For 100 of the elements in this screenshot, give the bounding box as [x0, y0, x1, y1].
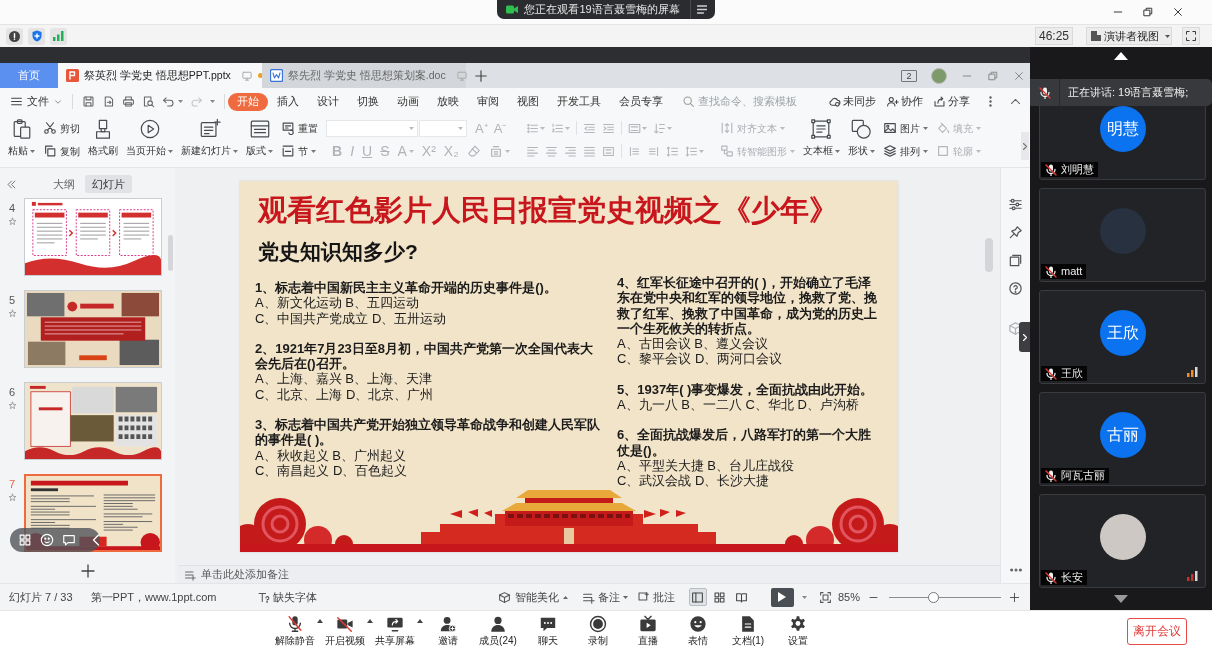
smiley-icon[interactable] — [40, 533, 54, 547]
back-icon[interactable] — [92, 534, 100, 546]
scrollbar-thumb[interactable] — [168, 235, 173, 271]
pin-icon[interactable] — [1008, 225, 1023, 240]
restore-icon[interactable] — [1142, 6, 1154, 18]
chat-icon[interactable] — [62, 533, 76, 547]
meeting-toolbar-button[interactable]: 设置 — [773, 612, 823, 650]
comments-button[interactable]: 批注 — [636, 588, 675, 606]
slide-thumbnail[interactable] — [24, 198, 162, 276]
document-tab[interactable]: 祭英烈 学党史 悟思想PPT.pptx — [58, 63, 262, 88]
print-preview-icon[interactable] — [142, 95, 155, 108]
undo-icon[interactable] — [162, 95, 175, 108]
panel-tab[interactable]: 大纲 — [46, 175, 82, 193]
menu-tab[interactable]: 视图 — [508, 92, 548, 111]
scroll-up-icon[interactable] — [1114, 52, 1128, 60]
export-icon[interactable] — [102, 95, 115, 108]
slider-thumb[interactable] — [928, 591, 940, 603]
font-warning-icon — [256, 590, 270, 604]
document-tab[interactable]: 祭先烈 学党史 悟思想策划案.doc — [262, 63, 466, 88]
menu-tab[interactable]: 审阅 — [468, 92, 508, 111]
slide-thumbnail[interactable] — [24, 382, 162, 460]
menu-tab[interactable]: 会员专享 — [610, 92, 672, 111]
view-button[interactable] — [688, 588, 707, 606]
caret-up-icon[interactable] — [367, 619, 373, 623]
network-button[interactable] — [50, 27, 67, 45]
caret-up-icon[interactable] — [417, 619, 423, 623]
missing-fonts-button[interactable]: 缺失字体 — [256, 588, 317, 606]
security-button[interactable] — [28, 27, 45, 45]
meeting-toolbar-button[interactable]: 共享屏幕 — [373, 612, 417, 650]
plus-icon[interactable] — [474, 68, 488, 83]
scroll-down-icon[interactable] — [1114, 595, 1128, 603]
search-field[interactable]: 查找命令、搜索模板 — [698, 93, 810, 110]
menu-tab[interactable]: 设计 — [308, 92, 348, 111]
play-button[interactable] — [770, 587, 794, 607]
print-icon[interactable] — [122, 95, 135, 108]
collapse-icon[interactable] — [6, 178, 17, 190]
meeting-toolbar-button[interactable]: 录制 — [573, 612, 623, 650]
ribbon-button[interactable]: 图片 — [882, 119, 928, 137]
ribbon-button[interactable]: 格式刷 — [88, 115, 118, 158]
add-slide-icon[interactable] — [79, 563, 96, 579]
ribbon-scroll-button[interactable] — [1021, 132, 1029, 160]
ribbon-button[interactable]: 排列 — [882, 142, 928, 160]
answer-options: C、北京、上海 D、北京、广州 — [255, 386, 603, 403]
file-menu-button[interactable]: 文件 — [10, 93, 63, 110]
sliders-icon[interactable] — [1008, 197, 1023, 212]
menu-tab[interactable]: 动画 — [388, 92, 428, 111]
meeting-timer: 46:25 — [1035, 27, 1073, 45]
ribbon-button[interactable]: 节 — [281, 142, 318, 160]
ribbon-button[interactable]: 剪切 — [43, 119, 80, 137]
layers-icon — [882, 144, 897, 158]
save-icon[interactable] — [82, 95, 95, 108]
info-button[interactable] — [6, 27, 23, 45]
menu-tab[interactable]: 开发工具 — [548, 92, 610, 111]
close-icon[interactable] — [1172, 6, 1184, 18]
caret-down-icon — [1165, 34, 1170, 38]
help-icon[interactable] — [1008, 281, 1023, 296]
meeting-toolbar-button[interactable]: 开启视频 — [323, 612, 367, 650]
meeting-toolbar-button[interactable]: 邀请 — [423, 612, 473, 650]
smiley-icon — [689, 615, 707, 633]
ribbon-button[interactable]: 新建幻灯片 — [181, 115, 238, 158]
ribbon-button[interactable]: 粘贴 — [8, 115, 35, 158]
view-mode-dropdown[interactable]: 演讲者视图 — [1086, 27, 1172, 45]
ribbon-button[interactable]: 当页开始 — [126, 115, 173, 158]
presentation-file-icon — [66, 69, 79, 82]
fullscreen-button[interactable] — [1182, 27, 1200, 45]
scrollbar-thumb[interactable] — [985, 238, 993, 272]
settings-icon — [789, 615, 807, 633]
leave-meeting-button[interactable]: 离开会议 — [1127, 617, 1187, 645]
grid-icon[interactable] — [18, 533, 32, 547]
toolbar-button[interactable]: 未同步 — [828, 93, 876, 110]
answer-options: A、上海、嘉兴 B、上海、天津 — [255, 371, 603, 387]
frames-icon[interactable] — [1008, 253, 1023, 268]
ribbon-button[interactable]: 复制 — [43, 142, 80, 160]
caret-up-icon[interactable] — [317, 619, 323, 623]
panel-toggle-button[interactable] — [1019, 322, 1030, 352]
beautify-button[interactable]: 智能美化 — [497, 588, 568, 606]
menu-icon[interactable] — [696, 5, 707, 14]
ribbon-button[interactable]: 版式 — [246, 115, 273, 158]
meeting-toolbar-button[interactable]: 表情 — [673, 612, 723, 650]
toolbar-button[interactable]: 分享 — [933, 93, 970, 110]
slide-thumbnail[interactable] — [24, 290, 162, 368]
menu-tab[interactable]: 切换 — [348, 92, 388, 111]
meeting-toolbar-button[interactable]: 聊天 — [523, 612, 573, 650]
fit-window-icon[interactable] — [818, 590, 832, 604]
panel-tab[interactable]: 幻灯片 — [85, 175, 132, 193]
ribbon-button[interactable]: 重置 — [281, 119, 318, 137]
notes-button[interactable]: 备注 — [581, 588, 628, 606]
zoom-in-icon[interactable] — [1009, 591, 1020, 603]
menu-tab[interactable]: 放映 — [428, 92, 468, 111]
meeting-toolbar-button[interactable]: 成员(24) — [473, 612, 523, 650]
meeting-toolbar-button[interactable]: 文档(1) — [723, 612, 773, 650]
ribbon-button[interactable]: 文本框 — [802, 115, 840, 160]
menu-tab[interactable]: 插入 — [268, 92, 308, 111]
window-count-badge[interactable]: 2 — [901, 69, 917, 82]
answer-options: C、黎平会议 D、两河口会议 — [617, 351, 881, 367]
ribbon-button[interactable]: 形状 — [847, 115, 875, 160]
meeting-toolbar-button[interactable]: 解除静音 — [273, 612, 317, 650]
notes-field[interactable]: 单击此处添加备注 — [201, 566, 401, 583]
meeting-toolbar-button[interactable]: 直播 — [623, 612, 673, 650]
toolbar-button[interactable]: 协作 — [886, 93, 923, 110]
